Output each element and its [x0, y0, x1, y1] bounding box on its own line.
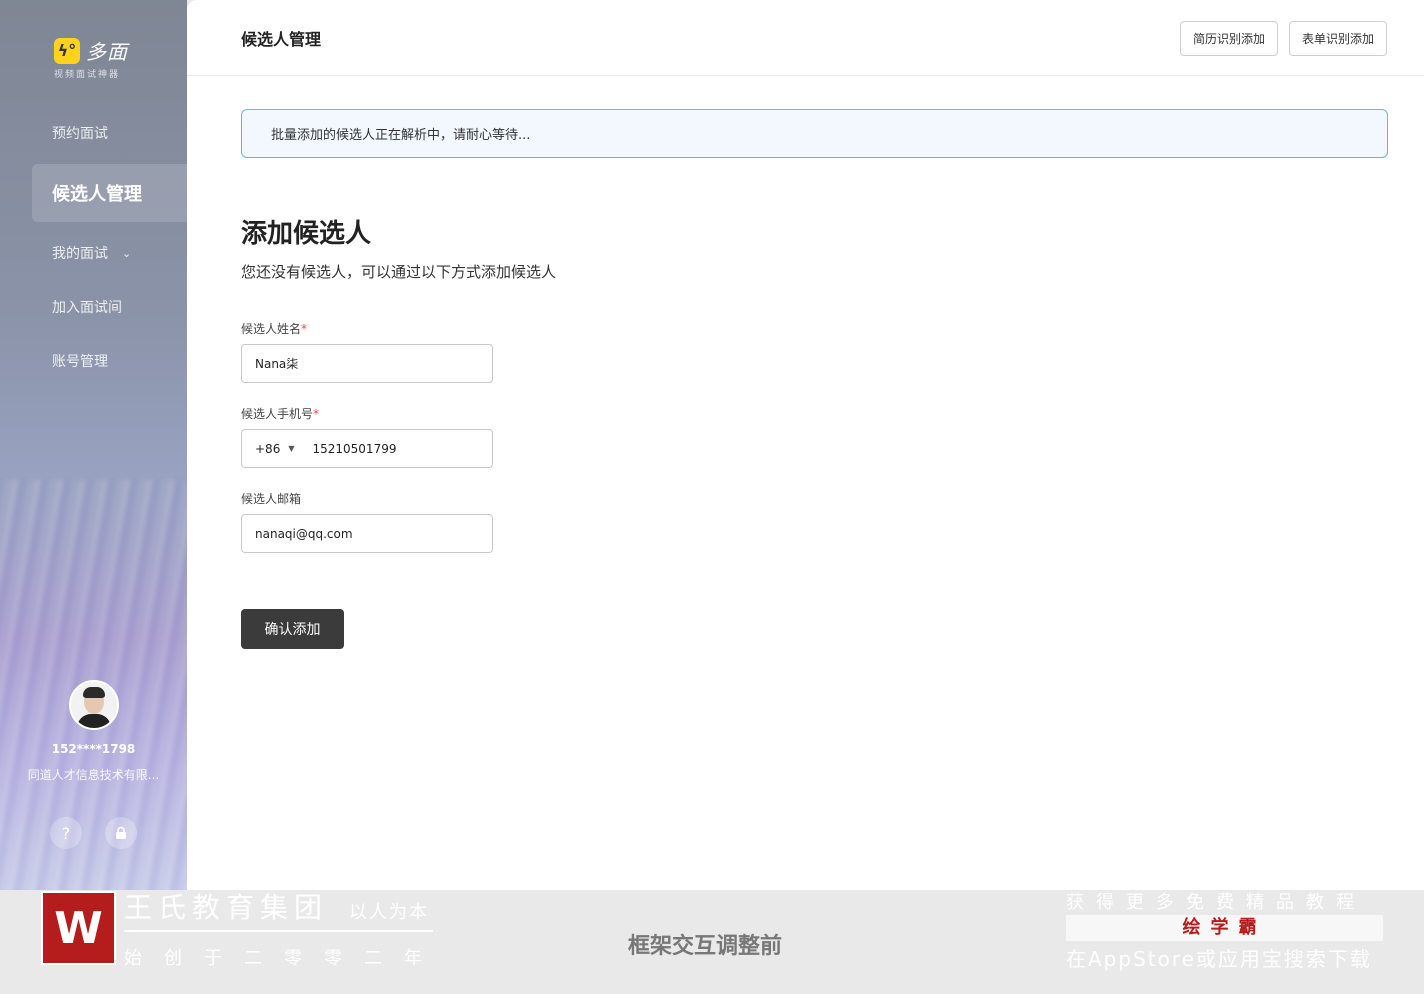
promo-brand: 绘学霸 — [1066, 915, 1383, 941]
brand-name: 王氏教育集团 — [124, 891, 329, 924]
email-input[interactable]: nanaqi@qq.com — [241, 514, 493, 553]
page-header: 候选人管理 简历识别添加 表单识别添加 — [187, 0, 1424, 76]
watermark-band: W 王氏教育集团 以人为本 始创于二零零二年 框架交互调整前 获得更多免费精品教… — [0, 890, 1424, 994]
country-code-select[interactable]: +86 ▼ — [255, 442, 294, 456]
brand-logo: W — [41, 891, 116, 965]
phone-label: 候选人手机号* — [241, 407, 320, 421]
phone-input[interactable]: 15210501799 — [312, 442, 396, 456]
phone-field: +86 ▼ 15210501799 — [241, 429, 493, 468]
promo-line2: 在AppStore或应用宝搜索下载 — [1066, 947, 1372, 971]
name-input[interactable]: Nana柒 — [241, 344, 493, 383]
form-subtitle: 您还没有候选人，可以通过以下方式添加候选人 — [241, 263, 557, 281]
caption: 框架交互调整前 — [628, 934, 783, 959]
nav-item-my-interviews[interactable]: 我的面试 ⌄ — [0, 226, 187, 280]
sidebar: ϟ° 多面 视频面试神器 预约面试 候选人管理 我的面试 ⌄ 加入面试间 账号管理… — [0, 0, 187, 890]
page-title: 候选人管理 — [241, 30, 322, 49]
nav-item-account[interactable]: 账号管理 — [0, 334, 187, 388]
confirm-add-button[interactable]: 确认添加 — [241, 609, 344, 649]
email-label: 候选人邮箱 — [241, 492, 302, 506]
app-logo[interactable]: ϟ° 多面 — [54, 36, 128, 65]
nav-item-candidates[interactable]: 候选人管理 — [32, 164, 187, 222]
caret-down-icon: ▼ — [288, 444, 295, 453]
nav-item-schedule[interactable]: 预约面试 — [0, 106, 187, 160]
form-import-button[interactable]: 表单识别添加 — [1289, 21, 1388, 56]
name-label: 候选人姓名* — [241, 322, 308, 336]
chevron-down-icon: ⌄ — [122, 246, 132, 260]
avatar[interactable] — [68, 680, 119, 730]
promo-line1: 获得更多免费精品教程 — [1066, 892, 1366, 913]
brand-slogan: 以人为本 — [349, 902, 429, 923]
brand-divider — [124, 930, 433, 932]
main-panel: 候选人管理 简历识别添加 表单识别添加 批量添加的候选人正在解析中，请耐心等待.… — [187, 0, 1424, 890]
logo-text: 多面 — [86, 40, 128, 64]
nav-item-join-room[interactable]: 加入面试间 — [0, 280, 187, 334]
sidebar-nav: 预约面试 候选人管理 我的面试 ⌄ 加入面试间 账号管理 — [0, 106, 187, 388]
help-icon[interactable]: ? — [50, 817, 82, 849]
lock-icon[interactable] — [105, 817, 137, 849]
logo-icon: ϟ° — [54, 37, 80, 64]
parsing-notice: 批量添加的候选人正在解析中，请耐心等待... — [241, 109, 1388, 158]
logo-subtitle: 视频面试神器 — [54, 70, 121, 80]
brand-founded: 始创于二零零二年 — [124, 948, 444, 969]
form-title: 添加候选人 — [241, 219, 372, 249]
user-profile: 152****1798 同道人才信息技术有限... — [0, 680, 187, 783]
user-phone: 152****1798 — [51, 742, 136, 756]
user-company: 同道人才信息技术有限... — [27, 768, 160, 782]
resume-import-button[interactable]: 简历识别添加 — [1180, 21, 1279, 56]
